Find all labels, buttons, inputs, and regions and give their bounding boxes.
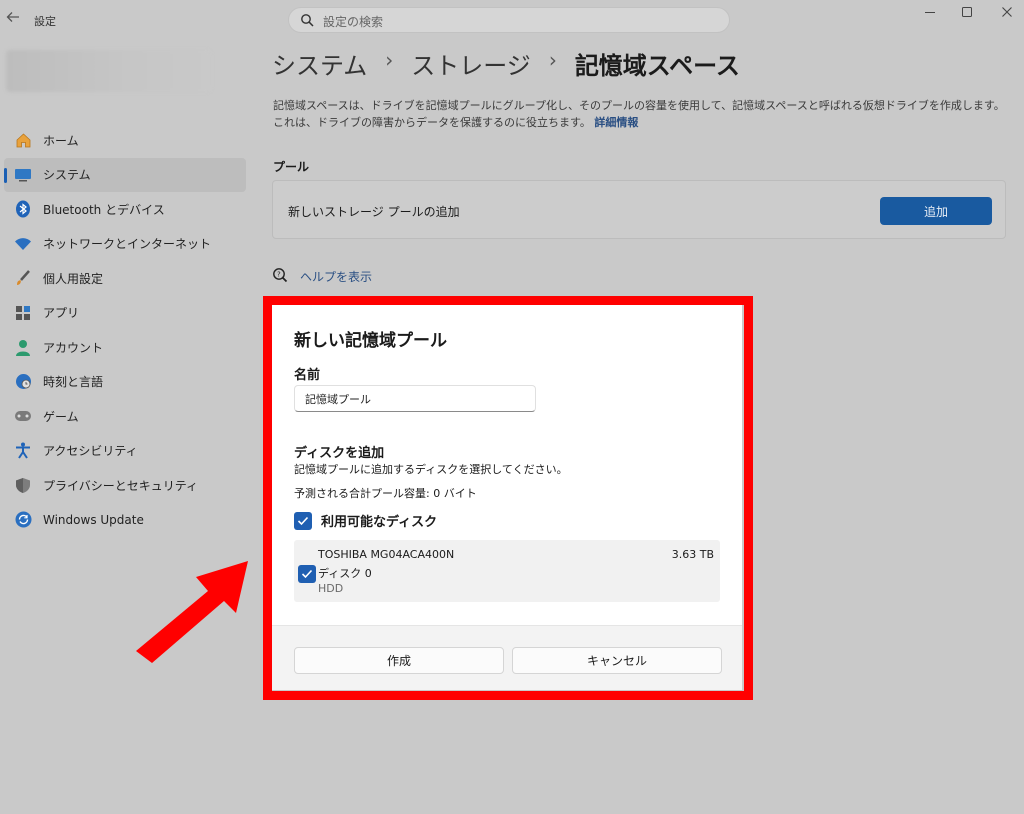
page-description: 記憶域スペースは、ドライブを記憶域プールにグループ化し、そのプールの容量を使用し… xyxy=(273,97,1008,131)
sidebar-item-windows-update[interactable]: Windows Update xyxy=(4,503,246,538)
pool-section-label: プール xyxy=(273,160,310,174)
breadcrumb-system[interactable]: システム xyxy=(272,46,367,81)
description-text: 記憶域スペースは、ドライブを記憶域プールにグループ化し、そのプールの容量を使用し… xyxy=(273,99,1005,129)
available-disks-toggle[interactable]: 利用可能なディスク xyxy=(294,511,437,530)
help-link[interactable]: ヘルプを表示 xyxy=(300,268,372,285)
sidebar-item-privacy[interactable]: プライバシーとセキュリティ xyxy=(4,468,246,503)
gamepad-icon xyxy=(14,407,32,425)
monitor-icon xyxy=(14,166,32,184)
app-title: 設定 xyxy=(34,15,56,28)
sidebar-item-network[interactable]: ネットワークとインターネット xyxy=(4,227,246,262)
cancel-button[interactable]: キャンセル xyxy=(512,647,722,674)
breadcrumb: システム › ストレージ › 記憶域スペース xyxy=(272,46,740,81)
sidebar-item-personalization[interactable]: 個人用設定 xyxy=(4,261,246,296)
title-bar: 設定 設定の検索 xyxy=(0,0,1024,40)
brush-icon xyxy=(14,269,32,287)
disk-row[interactable]: TOSHIBA MG04ACA400N ディスク 0 HDD 3.63 TB xyxy=(294,540,720,602)
learn-more-link[interactable]: 詳細情報 xyxy=(594,116,638,129)
sidebar-item-system[interactable]: システム xyxy=(4,157,246,192)
search-box[interactable]: 設定の検索 xyxy=(288,7,730,33)
pool-name-input[interactable] xyxy=(294,385,536,412)
search-icon xyxy=(300,13,314,30)
dialog-title: 新しい記憶域プール xyxy=(294,331,447,351)
disk-checkbox-checkmark-icon[interactable] xyxy=(298,565,316,583)
help-icon: ? xyxy=(272,267,288,286)
disk-number: ディスク 0 xyxy=(318,567,372,580)
accessibility-icon xyxy=(14,442,32,460)
maximize-icon[interactable] xyxy=(955,6,979,24)
sidebar-item-apps[interactable]: アプリ xyxy=(4,296,246,331)
sidebar-item-accounts[interactable]: アカウント xyxy=(4,330,246,365)
profile-area-blurred[interactable] xyxy=(6,50,211,92)
minimize-icon[interactable] xyxy=(918,6,942,24)
shield-icon xyxy=(14,476,32,494)
sidebar-item-gaming[interactable]: ゲーム xyxy=(4,399,246,434)
sidebar-item-bluetooth[interactable]: Bluetooth とデバイス xyxy=(4,192,246,227)
wifi-icon xyxy=(14,235,32,253)
sidebar-item-accessibility[interactable]: アクセシビリティ xyxy=(4,434,246,469)
breadcrumb-separator: › xyxy=(548,48,557,72)
checkmark-icon[interactable] xyxy=(294,511,312,530)
close-icon[interactable] xyxy=(995,6,1019,24)
add-disks-label: ディスクを追加 xyxy=(294,446,385,461)
add-pool-card: 新しいストレージ プールの追加 追加 xyxy=(272,180,1006,239)
apps-icon xyxy=(14,304,32,322)
add-pool-label: 新しいストレージ プールの追加 xyxy=(288,205,460,219)
page-title: 記憶域スペース xyxy=(574,52,740,80)
disk-name: TOSHIBA MG04ACA400N xyxy=(318,548,455,561)
estimated-capacity: 予測される合計プール容量: 0 バイト xyxy=(294,487,477,500)
bluetooth-icon xyxy=(14,200,32,218)
globe-clock-icon xyxy=(14,373,32,391)
create-button[interactable]: 作成 xyxy=(294,647,504,674)
available-disks-label: 利用可能なディスク xyxy=(321,515,438,530)
disk-type: HDD xyxy=(318,582,344,595)
sidebar-nav: ホーム システム Bluetooth とデバイス ネットワークとインターネット … xyxy=(4,123,246,537)
back-arrow-icon[interactable] xyxy=(6,10,22,28)
add-disks-description: 記憶域プールに追加するディスクを選択してください。 xyxy=(294,463,568,476)
account-icon xyxy=(14,338,32,356)
breadcrumb-separator: › xyxy=(385,48,394,72)
add-pool-button[interactable]: 追加 xyxy=(880,197,992,225)
disk-size: 3.63 TB xyxy=(671,548,714,561)
dialog-footer: 作成 キャンセル xyxy=(272,625,742,690)
svg-text:?: ? xyxy=(277,271,281,279)
home-icon xyxy=(14,131,32,149)
search-placeholder[interactable]: 設定の検索 xyxy=(323,13,383,30)
sidebar-item-home[interactable]: ホーム xyxy=(4,123,246,158)
help-link-row[interactable]: ? ヘルプを表示 xyxy=(272,267,372,286)
red-arrow-annotation xyxy=(136,561,248,663)
breadcrumb-storage[interactable]: ストレージ xyxy=(411,46,531,81)
sidebar-item-time-language[interactable]: 時刻と言語 xyxy=(4,365,246,400)
name-label: 名前 xyxy=(294,368,321,383)
new-storage-pool-dialog: 新しい記憶域プール 名前 ディスクを追加 記憶域プールに追加するディスクを選択し… xyxy=(272,305,742,690)
update-icon xyxy=(14,511,32,529)
